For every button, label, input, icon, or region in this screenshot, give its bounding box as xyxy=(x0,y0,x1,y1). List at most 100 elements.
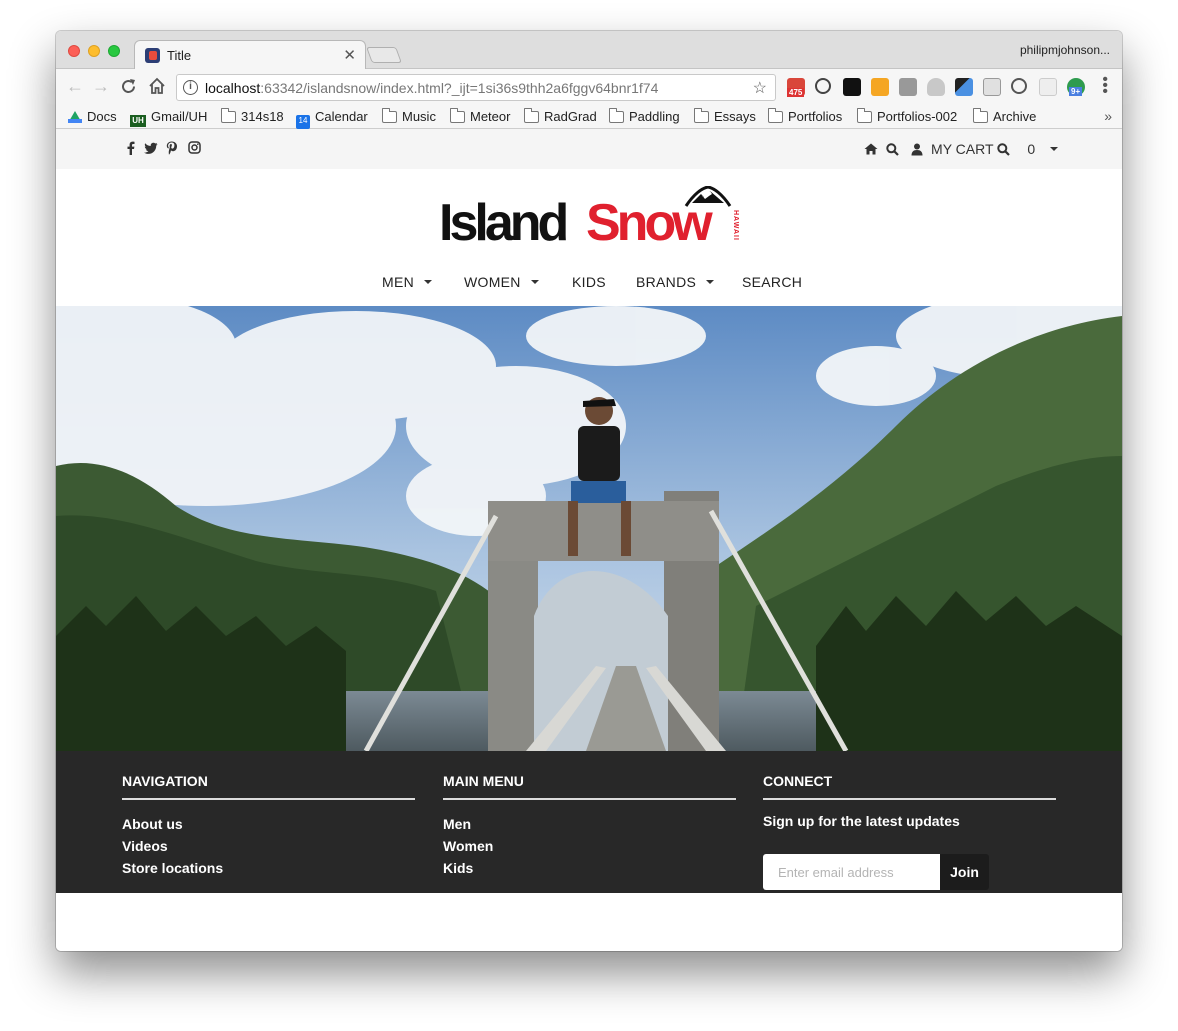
extension-pdf-icon[interactable]: 475 xyxy=(787,78,805,97)
browser-window: Title ✕ philipmjohnson... ← → i localhos… xyxy=(56,31,1122,951)
bookmark-calendar[interactable]: 14 Calendar xyxy=(296,109,368,129)
chrome-menu-icon[interactable]: • • • xyxy=(1102,72,1108,100)
mountain-logo-icon xyxy=(684,186,732,207)
folder-icon xyxy=(609,108,624,123)
footer-link-women[interactable]: Women xyxy=(443,835,736,857)
pinterest-icon[interactable] xyxy=(166,141,177,155)
minimize-window-button[interactable] xyxy=(88,45,100,57)
new-tab-button[interactable] xyxy=(366,47,402,63)
url-text[interactable]: localhost:63342/islandsnow/index.html?_i… xyxy=(205,80,658,96)
footer-link-men[interactable]: Men xyxy=(443,813,736,835)
forward-arrow-icon[interactable]: → xyxy=(92,77,110,95)
bookmark-portfolios[interactable]: Portfolios xyxy=(768,108,843,124)
extension-1password-icon[interactable] xyxy=(815,78,831,94)
bookmark-radgrad[interactable]: RadGrad xyxy=(524,108,597,124)
extension-chart-icon[interactable] xyxy=(871,78,889,96)
bookmark-archive[interactable]: Archive xyxy=(973,108,1036,124)
google-drive-icon xyxy=(68,111,82,123)
join-button[interactable]: Join xyxy=(940,854,989,890)
cart-search-icon[interactable] xyxy=(997,143,1011,156)
extension-gear-icon[interactable] xyxy=(899,78,917,96)
bookmark-essays[interactable]: Essays xyxy=(694,108,756,124)
bookmark-portfolios-002[interactable]: Portfolios-002 xyxy=(857,108,957,124)
close-window-button[interactable] xyxy=(68,45,80,57)
extension-sync-icon[interactable] xyxy=(1011,78,1027,94)
footer-main-menu-column: MAIN MENU Men Women Kids xyxy=(443,773,736,879)
hero-image xyxy=(56,306,1122,751)
footer-heading: MAIN MENU xyxy=(443,773,736,800)
site-topbar: MY CART 0 xyxy=(56,129,1122,169)
nav-label: SEARCH xyxy=(742,274,803,290)
folder-icon xyxy=(450,108,465,123)
user-icon[interactable] xyxy=(911,143,923,156)
info-icon[interactable]: i xyxy=(183,80,198,95)
footer-link-videos[interactable]: Videos xyxy=(122,835,415,857)
extension-green-icon[interactable]: 9+ xyxy=(1067,78,1085,96)
bookmark-label: RadGrad xyxy=(544,109,597,124)
profile-name[interactable]: philipmjohnson... xyxy=(1020,43,1110,57)
bookmark-label: Paddling xyxy=(629,109,680,124)
nav-kids[interactable]: KIDS xyxy=(572,274,606,290)
site-logo[interactable]: Island Snow HAWAII xyxy=(439,186,739,249)
home-icon[interactable] xyxy=(864,143,878,155)
site-footer: NAVIGATION About us Videos Store locatio… xyxy=(56,751,1122,893)
nav-men[interactable]: MEN xyxy=(382,274,433,290)
footer-link-about-us[interactable]: About us xyxy=(122,813,415,835)
bookmark-gmail-uh[interactable]: UH Gmail/UH xyxy=(130,109,207,127)
folder-icon xyxy=(973,108,988,123)
nav-women[interactable]: WOMEN xyxy=(464,274,539,290)
extension-eyedropper-icon[interactable] xyxy=(955,78,973,96)
facebook-icon[interactable] xyxy=(126,141,135,155)
reload-icon[interactable] xyxy=(120,78,137,95)
more-bookmarks-icon[interactable]: » xyxy=(1104,108,1112,124)
tab-close-icon[interactable]: ✕ xyxy=(343,46,356,64)
bookmark-star-icon[interactable]: ☆ xyxy=(753,78,767,98)
cart-area: MY CART 0 xyxy=(864,140,1058,157)
nav-brands[interactable]: BRANDS xyxy=(636,274,715,290)
web-page: MY CART 0 Island Snow HAWAII MEN WOMEN K… xyxy=(56,129,1122,951)
folder-icon xyxy=(694,108,709,123)
footer-heading: CONNECT xyxy=(763,773,1056,800)
bookmark-label: Gmail/UH xyxy=(151,109,208,124)
maximize-window-button[interactable] xyxy=(108,45,120,57)
home-page-icon[interactable] xyxy=(148,77,166,95)
twitter-icon[interactable] xyxy=(144,141,158,155)
footer-link-kids[interactable]: Kids xyxy=(443,857,736,879)
bookmark-314s18[interactable]: 314s18 xyxy=(221,108,284,124)
extension-badge: 475 xyxy=(787,88,805,97)
extension-drive-icon[interactable] xyxy=(927,78,945,96)
extension-page-icon[interactable] xyxy=(983,78,1001,96)
nav-label: WOMEN xyxy=(464,274,521,290)
email-input[interactable] xyxy=(763,854,940,890)
cart-caret-down-icon[interactable] xyxy=(1050,147,1058,152)
footer-link-store-locations[interactable]: Store locations xyxy=(122,857,415,879)
bookmark-paddling[interactable]: Paddling xyxy=(609,108,680,124)
folder-icon xyxy=(524,108,539,123)
nav-search[interactable]: SEARCH xyxy=(742,274,802,290)
instagram-icon[interactable] xyxy=(188,141,201,154)
folder-icon xyxy=(857,108,872,123)
cart-count[interactable]: 0 xyxy=(1027,141,1035,157)
bookmark-meteor[interactable]: Meteor xyxy=(450,108,510,124)
footer-navigation-column: NAVIGATION About us Videos Store locatio… xyxy=(122,773,415,879)
bookmark-label: Docs xyxy=(87,109,117,124)
extension-badge-2: 9+ xyxy=(1069,87,1083,96)
url-host: localhost xyxy=(205,80,261,96)
folder-icon xyxy=(221,108,236,123)
extension-jb-icon[interactable] xyxy=(843,78,861,96)
main-navigation: MEN WOMEN KIDS BRANDS SEARCH xyxy=(56,274,1122,298)
caret-down-icon xyxy=(424,280,433,284)
nav-label: KIDS xyxy=(572,274,606,290)
search-icon[interactable] xyxy=(886,143,900,156)
logo-tag-hawaii: HAWAII xyxy=(732,210,739,241)
extension-blank-icon[interactable] xyxy=(1039,78,1057,96)
back-arrow-icon[interactable]: ← xyxy=(66,77,84,95)
bookmark-docs[interactable]: Docs xyxy=(68,109,117,124)
my-cart-label[interactable]: MY CART xyxy=(931,141,994,157)
bookmark-label: Portfolios xyxy=(788,109,843,124)
bookmark-label: Calendar xyxy=(315,109,368,124)
address-bar[interactable]: i localhost:63342/islandsnow/index.html?… xyxy=(176,74,776,101)
browser-tab[interactable]: Title ✕ xyxy=(134,40,366,70)
bookmark-music[interactable]: Music xyxy=(382,108,436,124)
folder-icon xyxy=(382,108,397,123)
